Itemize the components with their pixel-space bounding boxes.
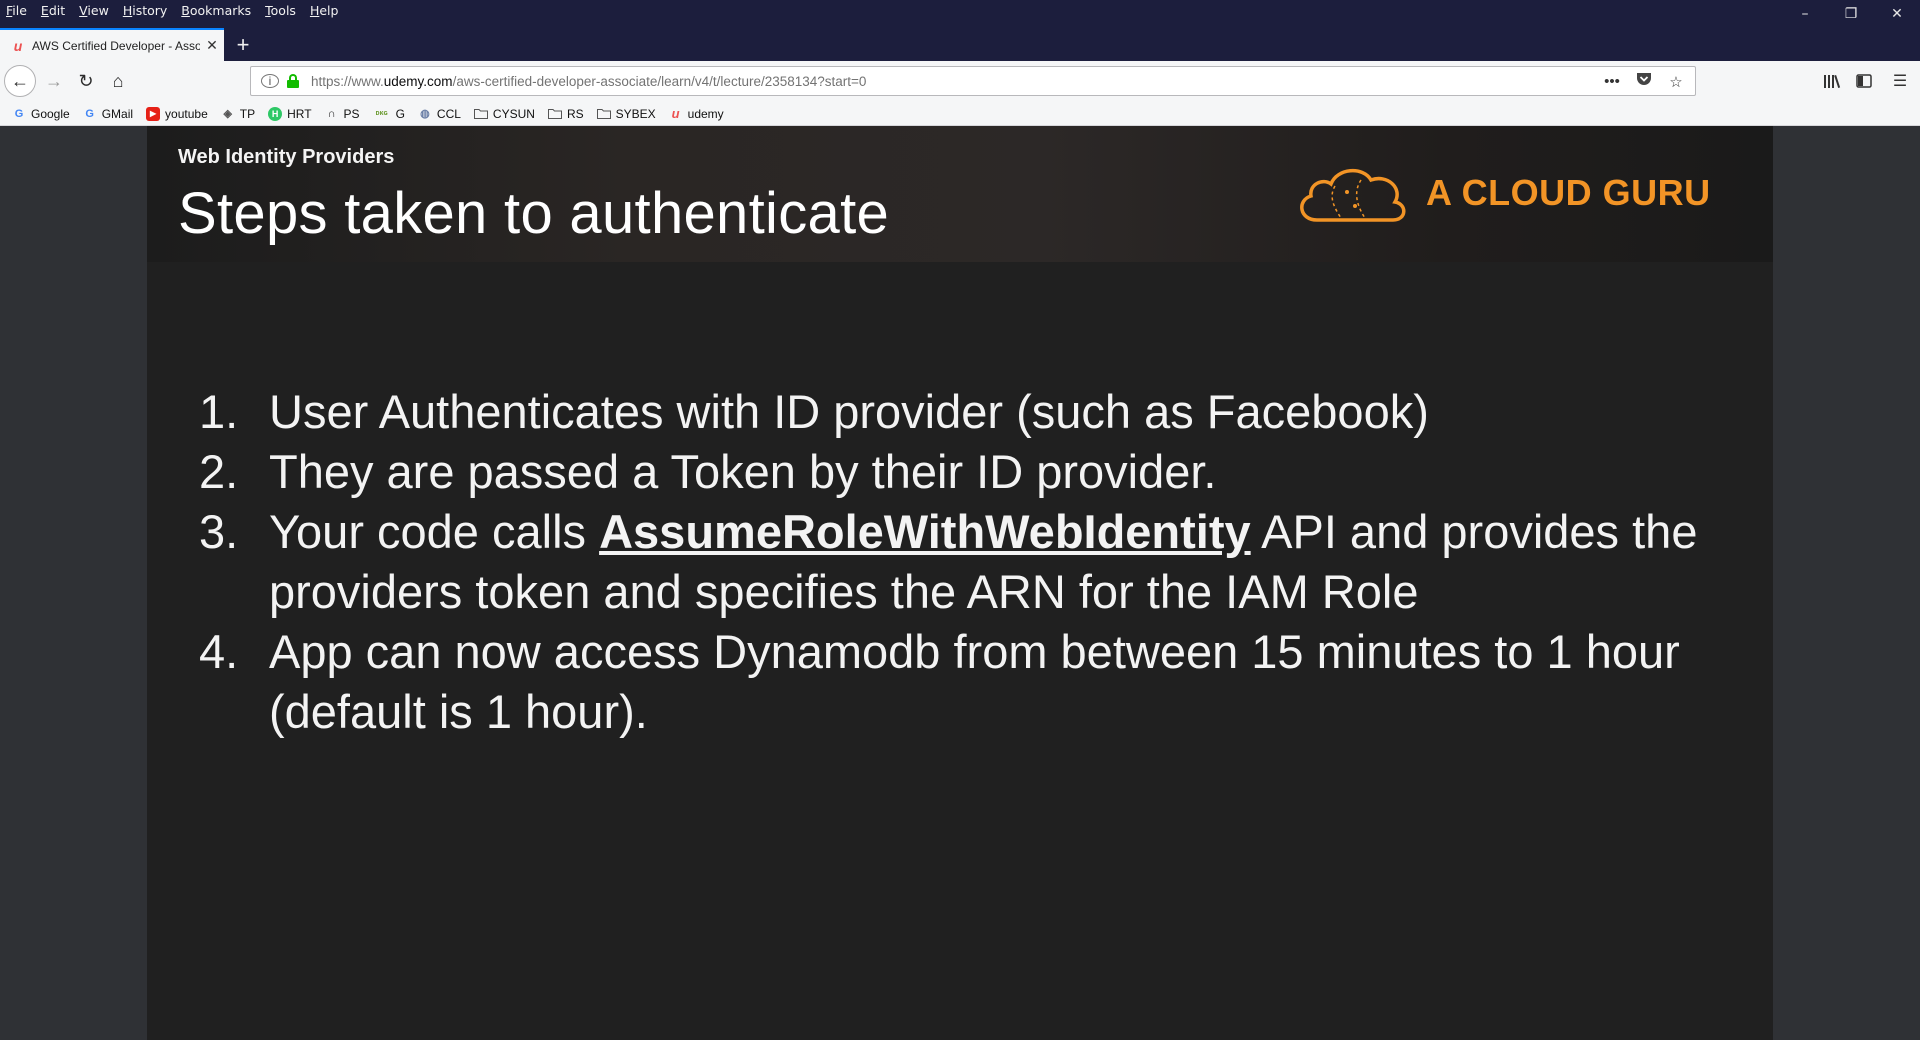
- bookmark-folder-sybex[interactable]: SYBEX: [596, 107, 656, 121]
- bookmark-folder-rs[interactable]: RS: [547, 107, 584, 121]
- navigation-toolbar: ← → ↻ ⌂ i https://www.udemy.com/aws-cert…: [0, 61, 1920, 102]
- forward-button[interactable]: →: [38, 65, 70, 97]
- bookmark-gmail[interactable]: G GMail: [83, 107, 133, 121]
- slide-title: Steps taken to authenticate: [178, 181, 890, 246]
- url-actions: ••• ☆: [1603, 72, 1685, 91]
- menu-view[interactable]: View: [79, 3, 109, 18]
- step-text: App can now access Dynamodb from between…: [269, 625, 1680, 738]
- ps-icon: ∩: [327, 107, 336, 120]
- window-titlebar: File Edit View History Bookmarks Tools H…: [0, 0, 1920, 61]
- google-icon: G: [85, 107, 94, 120]
- step-number: 4.: [199, 625, 239, 678]
- address-bar[interactable]: i https://www.udemy.com/aws-certified-de…: [250, 66, 1696, 96]
- bookmarks-toolbar: G Google G GMail ▶ youtube ◈ TP H HRT ∩ PS ᴅᴋɢ…: [0, 102, 1920, 126]
- bookmark-folder-cysun[interactable]: CYSUN: [473, 107, 535, 121]
- home-button[interactable]: ⌂: [102, 65, 134, 97]
- back-button[interactable]: ←: [4, 65, 36, 97]
- folder-icon: [547, 107, 562, 121]
- secure-lock-icon[interactable]: [287, 74, 299, 88]
- hackerrank-icon: H: [268, 106, 283, 121]
- step-item: 1. User Authenticates with ID provider (…: [199, 382, 1759, 442]
- dkg-icon: ᴅᴋɢ: [375, 110, 388, 117]
- bookmark-tp[interactable]: ◈ TP: [221, 107, 256, 121]
- step-text: User Authenticates with ID provider (suc…: [269, 385, 1429, 438]
- ccl-icon: ◍: [420, 108, 430, 120]
- video-player[interactable]: Web Identity Providers Steps taken to au…: [0, 126, 1920, 1040]
- hamburger-menu-icon[interactable]: ☰: [1880, 65, 1920, 97]
- slide-subtitle: Web Identity Providers: [178, 146, 395, 168]
- tab-title: AWS Certified Developer - Asso: [32, 38, 200, 53]
- menu-history[interactable]: History: [123, 3, 167, 18]
- google-icon: G: [14, 107, 24, 120]
- sidebar-icon[interactable]: [1848, 65, 1880, 97]
- bookmark-star-icon[interactable]: ☆: [1667, 73, 1685, 91]
- udemy-icon: u: [671, 106, 680, 121]
- close-window-button[interactable]: ✕: [1874, 0, 1920, 28]
- menu-edit[interactable]: Edit: [41, 3, 65, 18]
- minimize-button[interactable]: –: [1782, 0, 1828, 28]
- slide-header: Web Identity Providers Steps taken to au…: [147, 126, 1773, 262]
- menu-file[interactable]: File: [6, 3, 27, 18]
- restore-button[interactable]: ❐: [1828, 0, 1874, 28]
- bookmark-youtube[interactable]: ▶ youtube: [146, 106, 208, 121]
- bookmark-hrt[interactable]: H HRT: [268, 106, 312, 121]
- step-number: 3.: [199, 505, 239, 558]
- menu-help[interactable]: Help: [310, 3, 339, 18]
- step-text: Your code calls AssumeRoleWithWebIdentit…: [269, 505, 1698, 618]
- step-text: They are passed a Token by their ID prov…: [269, 445, 1217, 498]
- menu-tools[interactable]: Tools: [265, 3, 296, 18]
- api-name: AssumeRoleWithWebIdentity: [599, 505, 1251, 558]
- step-number: 1.: [199, 385, 239, 438]
- bookmark-udemy[interactable]: u udemy: [669, 106, 724, 121]
- step-item: 2. They are passed a Token by their ID p…: [199, 442, 1759, 502]
- new-tab-button[interactable]: +: [230, 32, 256, 58]
- youtube-icon: ▶: [146, 106, 161, 121]
- site-info-icon[interactable]: i: [261, 74, 279, 88]
- lecture-slide: Web Identity Providers Steps taken to au…: [147, 126, 1773, 1040]
- active-tab[interactable]: u AWS Certified Developer - Asso ✕: [0, 28, 224, 61]
- menu-bookmarks[interactable]: Bookmarks: [181, 3, 251, 18]
- right-toolbar: ☰: [1816, 65, 1920, 97]
- close-tab-icon[interactable]: ✕: [204, 37, 220, 54]
- step-number: 2.: [199, 445, 239, 498]
- page-actions-icon[interactable]: •••: [1603, 73, 1621, 90]
- window-controls: – ❐ ✕: [1782, 0, 1920, 28]
- menu-bar: File Edit View History Bookmarks Tools H…: [0, 0, 352, 20]
- bookmark-ps[interactable]: ∩ PS: [325, 107, 360, 121]
- bookmark-ccl[interactable]: ◍ CCL: [418, 107, 461, 121]
- library-icon[interactable]: [1816, 65, 1848, 97]
- bookmark-google[interactable]: G Google: [12, 107, 70, 121]
- folder-icon: [596, 107, 611, 121]
- reload-button[interactable]: ↻: [70, 65, 102, 97]
- step-item: 3. Your code calls AssumeRoleWithWebIden…: [199, 502, 1759, 622]
- folder-icon: [473, 107, 488, 121]
- bookmark-g[interactable]: ᴅᴋɢ G: [373, 107, 405, 121]
- url-text[interactable]: https://www.udemy.com/aws-certified-deve…: [311, 74, 866, 89]
- tp-icon: ◈: [223, 108, 232, 120]
- udemy-icon: u: [13, 37, 23, 54]
- logo-text: A CLOUD GURU: [1426, 172, 1711, 213]
- step-item: 4. App can now access Dynamodb from betw…: [199, 622, 1759, 742]
- steps-list: 1. User Authenticates with ID provider (…: [199, 382, 1759, 742]
- pocket-icon[interactable]: [1635, 72, 1653, 91]
